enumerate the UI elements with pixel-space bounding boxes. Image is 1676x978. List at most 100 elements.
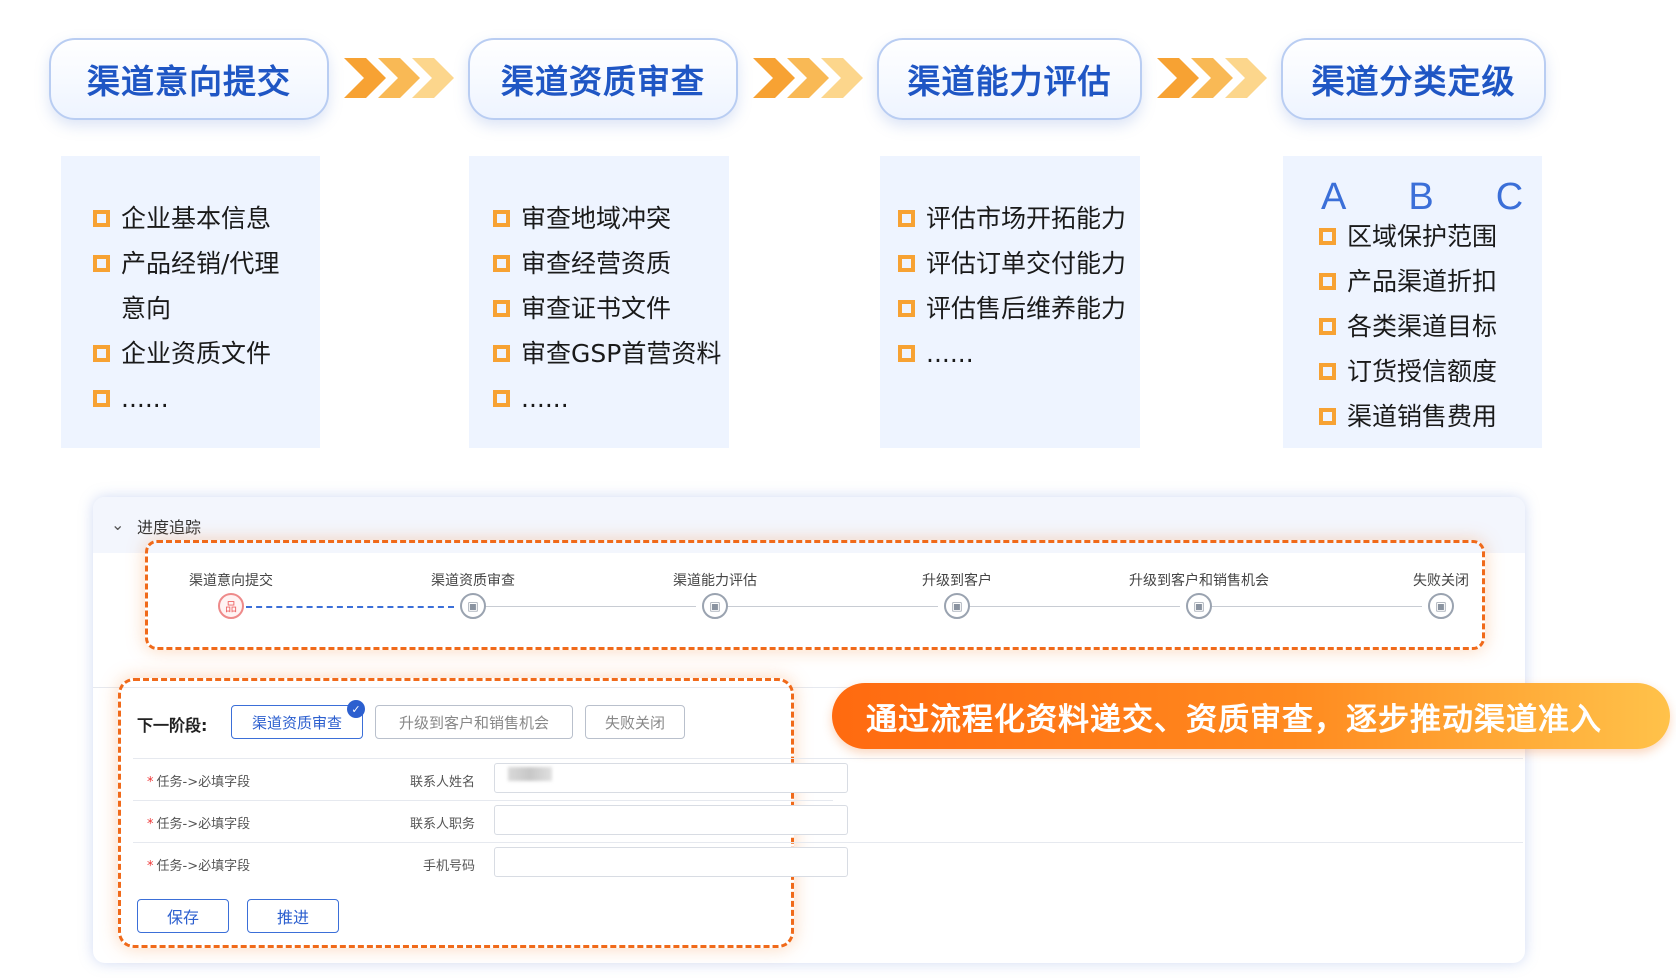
checkbox-icon bbox=[1319, 273, 1336, 290]
field-label: 联系人姓名 bbox=[409, 775, 475, 790]
checkbox-icon bbox=[898, 210, 915, 227]
flow-arrow-icon bbox=[753, 58, 863, 98]
option-failed-close[interactable]: 失败关闭 bbox=[585, 705, 685, 739]
list-item: 产品经销/代理意向 bbox=[93, 241, 311, 331]
step-node[interactable]: ▣ bbox=[1186, 593, 1212, 619]
stage-card-grading: A B C 区域保护范围 产品渠道折扣 各类渠道目标 订货授信额度 渠道销售费用 bbox=[1283, 156, 1542, 448]
list-item: 区域保护范围 bbox=[1319, 214, 1537, 259]
grade-letters: A B C bbox=[1321, 176, 1523, 219]
progress-line bbox=[484, 606, 696, 607]
check-icon: ✓ bbox=[347, 700, 365, 718]
step-node[interactable]: ▣ bbox=[1428, 593, 1454, 619]
list-item: ...... bbox=[898, 331, 1146, 376]
progress-line bbox=[726, 606, 938, 607]
step-label: 失败关闭 bbox=[1413, 573, 1469, 589]
calendar-icon: ▣ bbox=[709, 599, 721, 613]
flow-arrow-icon bbox=[1157, 58, 1267, 98]
checkbox-icon bbox=[93, 345, 110, 362]
stage-title: 渠道分类定级 bbox=[1311, 62, 1516, 101]
next-stage-label: 下一阶段: bbox=[137, 716, 208, 735]
list-item: ...... bbox=[93, 376, 311, 421]
calendar-icon: ▣ bbox=[951, 599, 963, 613]
chevron-down-icon[interactable]: ⌄ bbox=[111, 515, 124, 534]
redacted-value bbox=[508, 767, 552, 781]
divider bbox=[133, 758, 1523, 759]
contact-title-input[interactable] bbox=[494, 805, 848, 835]
required-field-label: * 任务->必填字段 bbox=[147, 817, 251, 832]
list-item: 订货授信额度 bbox=[1319, 349, 1537, 394]
flow-arrow-icon bbox=[344, 58, 454, 98]
panel-title: 进度追踪 bbox=[137, 518, 202, 537]
stage-header-qualification: 渠道资质审查 bbox=[468, 38, 738, 120]
grade-b: B bbox=[1408, 176, 1434, 218]
grade-c: C bbox=[1495, 176, 1524, 218]
field-label: 手机号码 bbox=[422, 859, 475, 874]
calendar-icon: ▣ bbox=[467, 599, 479, 613]
step-label: 渠道意向提交 bbox=[189, 573, 273, 589]
checkbox-icon bbox=[1319, 408, 1336, 425]
step-label: 渠道资质审查 bbox=[431, 573, 515, 589]
list-item: 产品渠道折扣 bbox=[1319, 259, 1537, 304]
divider bbox=[133, 800, 833, 801]
calendar-icon: ▣ bbox=[1193, 599, 1205, 613]
list-item: 渠道销售费用 bbox=[1319, 394, 1537, 439]
calendar-icon: ▣ bbox=[1435, 599, 1447, 613]
list-item: ...... bbox=[493, 376, 736, 421]
stage-card-capability: 评估市场开拓能力 评估订单交付能力 评估售后维养能力 ...... bbox=[880, 156, 1140, 448]
banner-text: 通过流程化资料递交、资质审查，逐步推动渠道准入 bbox=[866, 701, 1602, 738]
list-item: 审查地域冲突 bbox=[493, 196, 736, 241]
stage-title: 渠道意向提交 bbox=[87, 62, 291, 101]
progress-line bbox=[1210, 606, 1422, 607]
checkbox-icon bbox=[1319, 318, 1336, 335]
list-item: 企业资质文件 bbox=[93, 331, 311, 376]
stage-title: 渠道资质审查 bbox=[501, 62, 705, 101]
grade-a: A bbox=[1321, 176, 1347, 218]
checkbox-icon bbox=[493, 345, 510, 362]
checkbox-icon bbox=[898, 255, 915, 272]
checklist: 区域保护范围 产品渠道折扣 各类渠道目标 订货授信额度 渠道销售费用 bbox=[1319, 214, 1537, 439]
step-node-current[interactable]: 品 bbox=[218, 593, 244, 619]
checkbox-icon bbox=[493, 210, 510, 227]
checkbox-icon bbox=[1319, 363, 1336, 380]
checkbox-icon bbox=[898, 300, 915, 317]
step-label: 升级到客户 bbox=[922, 573, 992, 589]
option-qualification-review[interactable]: 渠道资质审查 bbox=[231, 705, 363, 739]
checkbox-icon bbox=[493, 255, 510, 272]
progress-line-done bbox=[246, 606, 454, 608]
list-item: 企业基本信息 bbox=[93, 196, 311, 241]
checkbox-icon bbox=[493, 390, 510, 407]
list-item: 审查GSP首营资料 bbox=[493, 331, 736, 376]
checkbox-icon bbox=[493, 300, 510, 317]
step-label: 渠道能力评估 bbox=[673, 573, 757, 589]
list-item: 审查证书文件 bbox=[493, 286, 736, 331]
phone-input[interactable] bbox=[494, 847, 848, 877]
stage-header-grading: 渠道分类定级 bbox=[1281, 38, 1546, 120]
required-field-label: * 任务->必填字段 bbox=[147, 775, 251, 790]
checklist: 企业基本信息 产品经销/代理意向 企业资质文件 ...... bbox=[93, 196, 311, 421]
list-item: 各类渠道目标 bbox=[1319, 304, 1537, 349]
step-label: 升级到客户和销售机会 bbox=[1129, 573, 1269, 589]
save-button[interactable]: 保存 bbox=[137, 899, 229, 933]
stage-header-capability: 渠道能力评估 bbox=[877, 38, 1142, 120]
field-label: 联系人职务 bbox=[409, 817, 475, 832]
step-node[interactable]: ▣ bbox=[702, 593, 728, 619]
list-item: 评估订单交付能力 bbox=[898, 241, 1146, 286]
stage-title: 渠道能力评估 bbox=[907, 62, 1112, 101]
step-node[interactable]: ▣ bbox=[944, 593, 970, 619]
checkbox-icon bbox=[1319, 228, 1336, 245]
progress-line bbox=[968, 606, 1180, 607]
checkbox-icon bbox=[93, 210, 110, 227]
checklist: 评估市场开拓能力 评估订单交付能力 评估售后维养能力 ...... bbox=[898, 196, 1146, 376]
stage-header-intent: 渠道意向提交 bbox=[49, 38, 329, 120]
checklist: 审查地域冲突 审查经营资质 审查证书文件 审查GSP首营资料 ...... bbox=[493, 196, 736, 421]
divider bbox=[133, 842, 1523, 843]
step-node[interactable]: ▣ bbox=[460, 593, 486, 619]
callout-banner: 通过流程化资料递交、资质审查，逐步推动渠道准入 bbox=[832, 683, 1670, 749]
stage-card-intent: 企业基本信息 产品经销/代理意向 企业资质文件 ...... bbox=[61, 156, 320, 448]
checkbox-icon bbox=[898, 345, 915, 362]
list-item: 审查经营资质 bbox=[493, 241, 736, 286]
option-upgrade-customer-opportunity[interactable]: 升级到客户和销售机会 bbox=[375, 705, 573, 739]
advance-button[interactable]: 推进 bbox=[247, 899, 339, 933]
list-item: 评估售后维养能力 bbox=[898, 286, 1146, 331]
checkbox-icon bbox=[93, 390, 110, 407]
